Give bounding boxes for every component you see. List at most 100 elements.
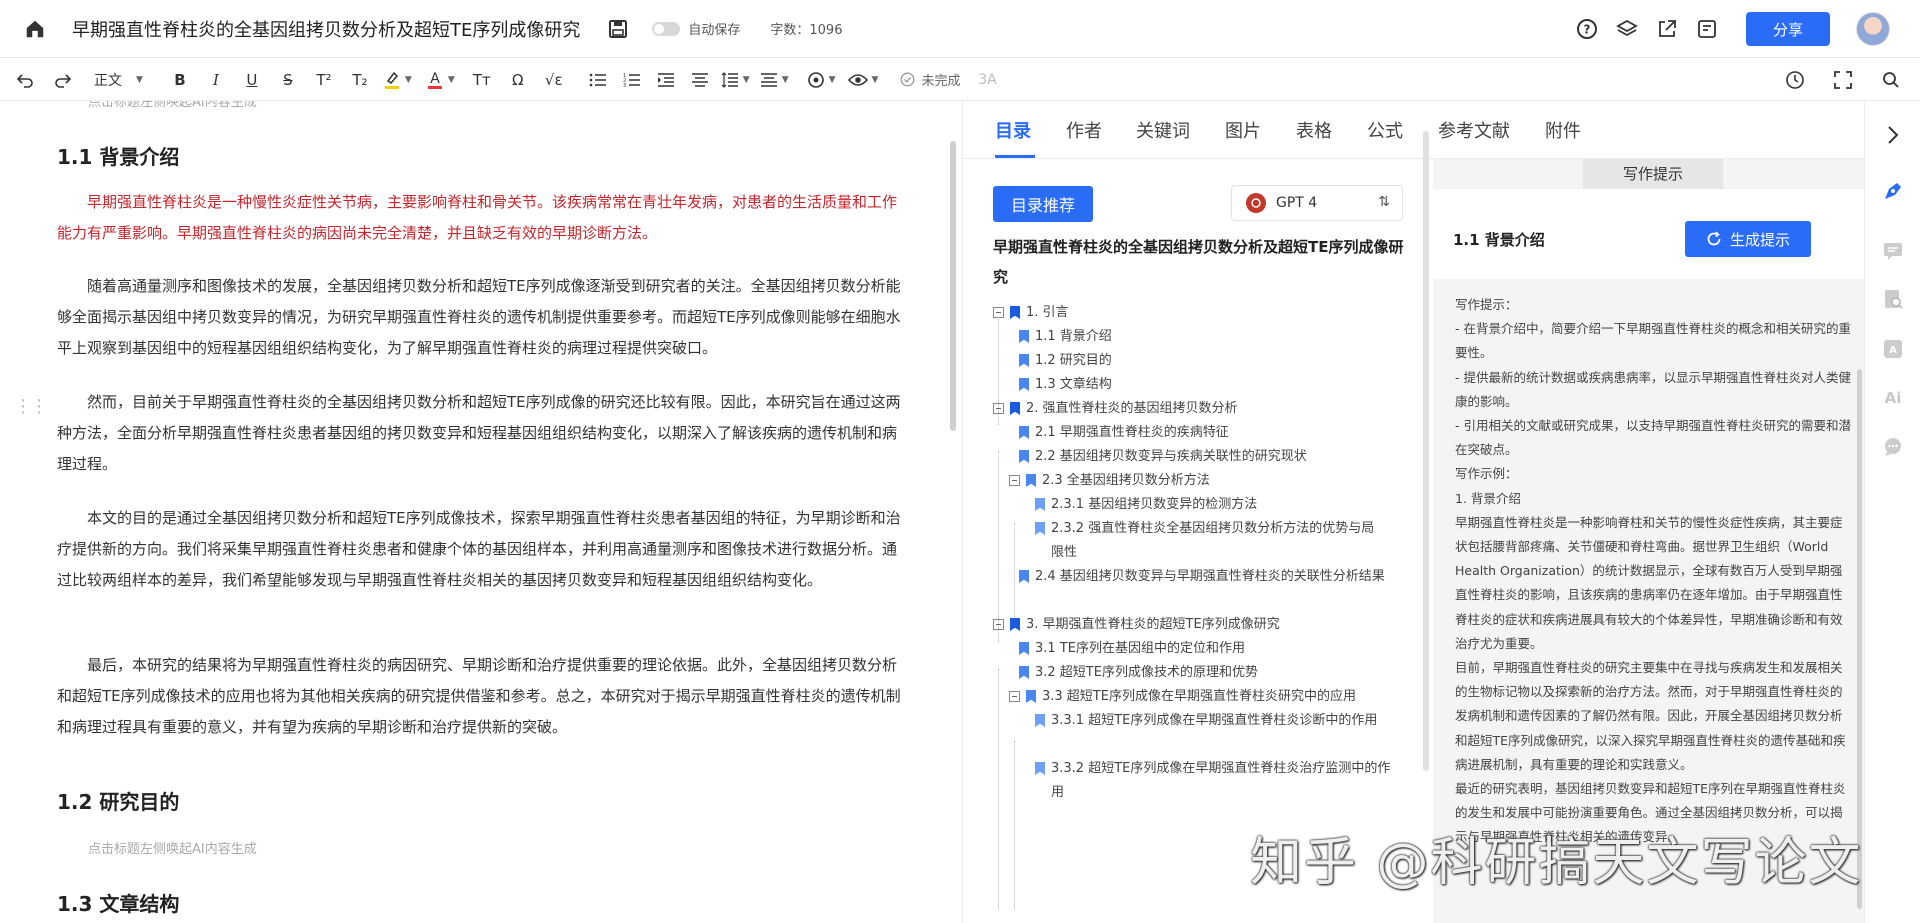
save-button[interactable] bbox=[608, 19, 628, 39]
undo-button[interactable] bbox=[12, 66, 38, 94]
comments-button[interactable] bbox=[1881, 239, 1905, 263]
bookmark-icon bbox=[1019, 330, 1029, 343]
chat-button[interactable] bbox=[1881, 435, 1905, 459]
writing-hints-tab[interactable]: 写作提示 bbox=[1583, 159, 1723, 189]
active-tab-indicator bbox=[995, 155, 1035, 158]
formula-button[interactable]: √ε bbox=[541, 66, 567, 94]
font-color-button[interactable]: A ▼ bbox=[426, 66, 455, 94]
toc-item[interactable]: 2.1 早期强直性脊柱炎的疾病特征 bbox=[1019, 421, 1229, 445]
toc-item[interactable]: 3.3 超短TE序列成像在早期强直性脊柱炎研究中的应用 bbox=[1009, 685, 1356, 709]
ai-write-button[interactable] bbox=[1881, 179, 1905, 203]
timer-button[interactable] bbox=[1782, 66, 1808, 94]
user-avatar[interactable] bbox=[1856, 12, 1890, 46]
collapse-icon[interactable] bbox=[993, 307, 1004, 318]
share-button[interactable]: 分享 bbox=[1746, 12, 1830, 46]
home-button[interactable] bbox=[18, 12, 52, 46]
document-title[interactable]: 早期强直性脊柱炎的全基因组拷贝数分析及超短TE序列成像研究 bbox=[72, 16, 580, 42]
toc-item[interactable]: 1.2 研究目的 bbox=[1019, 349, 1112, 373]
layers-button[interactable] bbox=[1616, 18, 1638, 40]
bullet-list-button[interactable] bbox=[585, 66, 611, 94]
paragraph[interactable]: 然而，目前关于早期强直性脊柱炎的全基因组拷贝数分析和超短TE序列成像的研究还比较… bbox=[57, 387, 907, 480]
toc-recommend-button[interactable]: 目录推荐 bbox=[993, 186, 1093, 222]
bookmark-icon bbox=[1019, 354, 1029, 367]
toc-item[interactable]: 1.1 背景介绍 bbox=[1019, 325, 1112, 349]
collapse-panel-button[interactable] bbox=[1881, 123, 1905, 147]
toc-scrollbar[interactable] bbox=[1423, 131, 1429, 771]
section-heading[interactable]: 1.2 研究目的 bbox=[57, 786, 179, 815]
toc-item[interactable]: 2.2 基因组拷贝数变异与疾病关联性的研究现状 bbox=[1019, 445, 1307, 469]
collapse-icon[interactable] bbox=[1009, 475, 1020, 486]
indent-button[interactable] bbox=[653, 66, 679, 94]
paragraph-style-select[interactable]: 正文 ▼ bbox=[94, 66, 143, 94]
fullscreen-button[interactable] bbox=[1830, 66, 1856, 94]
autosave-toggle[interactable] bbox=[652, 21, 681, 36]
superscript-button[interactable]: T² bbox=[311, 66, 337, 94]
tab-keywords[interactable]: 关键词 bbox=[1136, 117, 1190, 143]
help-button[interactable]: ? bbox=[1576, 18, 1598, 40]
ai-assistant-button[interactable]: Ai bbox=[1881, 385, 1905, 409]
align-button[interactable] bbox=[687, 66, 713, 94]
clear-format-button[interactable]: Tт bbox=[469, 66, 495, 94]
search-button[interactable] bbox=[1878, 66, 1904, 94]
toc-item[interactable]: 2.3 全基因组拷贝数分析方法 bbox=[1009, 469, 1210, 493]
subscript-button[interactable]: T₂ bbox=[347, 66, 373, 94]
document-editor[interactable]: 点击标题左侧唤起AI内容生成 1.1 背景介绍 早期强直性脊柱炎是一种慢性炎症性… bbox=[0, 101, 960, 923]
bookmark-icon bbox=[1019, 378, 1029, 391]
numbered-list-button[interactable]: 123 bbox=[619, 66, 645, 94]
card-view-button[interactable] bbox=[1696, 18, 1718, 40]
paragraph[interactable]: 随着高通量测序和图像技术的发展，全基因组拷贝数分析和超短TE序列成像逐渐受到研究… bbox=[57, 271, 907, 364]
translate-button[interactable]: A bbox=[1881, 337, 1905, 361]
tab-tables[interactable]: 表格 bbox=[1296, 117, 1332, 143]
special-char-button[interactable]: Ω bbox=[505, 66, 531, 94]
sort-icon[interactable]: ⇅ bbox=[1378, 194, 1390, 210]
tab-images[interactable]: 图片 bbox=[1225, 117, 1261, 143]
tab-attachments[interactable]: 附件 bbox=[1545, 117, 1581, 143]
doc-search-button[interactable] bbox=[1881, 287, 1905, 311]
ai-check-button[interactable]: 3A bbox=[974, 66, 1000, 94]
view-mode-button[interactable]: ▼ bbox=[847, 66, 878, 94]
tab-author[interactable]: 作者 bbox=[1066, 117, 1102, 143]
toc-item[interactable]: 2.3.2 强直性脊柱炎全基因组拷贝数分析方法的优势与局限性 bbox=[1035, 517, 1385, 565]
ai-hint[interactable]: 点击标题左侧唤起AI内容生成 bbox=[88, 838, 257, 857]
generate-hints-button[interactable]: 生成提示 bbox=[1685, 221, 1811, 257]
highlight-button[interactable]: ▼ bbox=[383, 66, 412, 94]
toc-item[interactable]: 1.3 文章结构 bbox=[1019, 373, 1112, 397]
drag-handle-icon[interactable]: ⋮⋮ bbox=[14, 396, 48, 417]
toc-item[interactable]: 3.3.2 超短TE序列成像在早期强直性脊柱炎治疗监测中的作用 bbox=[1035, 757, 1395, 805]
paragraph[interactable]: 早期强直性脊柱炎是一种慢性炎症性关节病，主要影响脊柱和骨关节。该疾病常常在青壮年… bbox=[57, 187, 907, 249]
pen-nib-icon bbox=[1885, 183, 1901, 199]
ai-hint[interactable]: 点击标题左侧唤起AI内容生成 bbox=[88, 101, 257, 110]
toc-item[interactable]: 2.4 基因组拷贝数变异与早期强直性脊柱炎的关联性分析结果 bbox=[1019, 565, 1409, 589]
target-icon bbox=[807, 71, 824, 88]
tab-toc[interactable]: 目录 bbox=[995, 117, 1031, 143]
paragraph[interactable]: 最后，本研究的结果将为早期强直性脊柱炎的病因研究、早期诊断和治疗提供重要的理论依… bbox=[57, 650, 907, 743]
toc-item[interactable]: 2. 强直性脊柱炎的基因组拷贝数分析 bbox=[993, 397, 1238, 421]
bold-button[interactable]: B bbox=[167, 66, 193, 94]
toc-item[interactable]: 3.3.1 超短TE序列成像在早期强直性脊柱炎诊断中的作用 bbox=[1035, 709, 1395, 733]
strikethrough-button[interactable]: S bbox=[275, 66, 301, 94]
target-button[interactable]: ▼ bbox=[807, 66, 836, 94]
toc-item[interactable]: 3. 早期强直性脊柱炎的超短TE序列成像研究 bbox=[993, 613, 1280, 637]
line-spacing-button[interactable]: ▼ bbox=[721, 66, 750, 94]
tab-references[interactable]: 参考文献 bbox=[1438, 117, 1510, 143]
italic-button[interactable]: I bbox=[203, 66, 229, 94]
paragraph-spacing-button[interactable]: ▼ bbox=[760, 66, 789, 94]
section-heading[interactable]: 1.3 文章结构 bbox=[57, 888, 179, 917]
completion-status[interactable]: 未完成 bbox=[900, 66, 960, 94]
export-button[interactable] bbox=[1656, 18, 1678, 40]
redo-button[interactable] bbox=[50, 66, 76, 94]
toc-item[interactable]: 1. 引言 bbox=[993, 301, 1069, 325]
toc-item[interactable]: 2.3.1 基因组拷贝数变异的检测方法 bbox=[1035, 493, 1257, 517]
toc-item[interactable]: 3.2 超短TE序列成像技术的原理和优势 bbox=[1019, 661, 1258, 685]
bookmark-icon bbox=[1026, 474, 1036, 487]
collapse-icon[interactable] bbox=[1009, 691, 1020, 702]
model-select[interactable]: GPT 4 ⇅ bbox=[1231, 185, 1403, 221]
collapse-icon[interactable] bbox=[993, 403, 1004, 414]
tab-formulas[interactable]: 公式 bbox=[1367, 117, 1403, 143]
toc-item[interactable]: 3.1 TE序列在基因组中的定位和作用 bbox=[1019, 637, 1245, 661]
collapse-icon[interactable] bbox=[993, 619, 1004, 630]
editor-scrollbar[interactable] bbox=[950, 141, 956, 431]
paragraph[interactable]: 本文的目的是通过全基因组拷贝数分析和超短TE序列成像技术，探索早期强直性脊柱炎患… bbox=[57, 503, 907, 596]
underline-button[interactable]: U bbox=[239, 66, 265, 94]
section-heading[interactable]: 1.1 背景介绍 bbox=[57, 141, 179, 170]
